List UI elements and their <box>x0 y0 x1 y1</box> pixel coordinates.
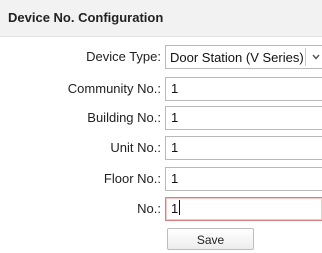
no-input-value: 1 <box>171 201 179 216</box>
building-no-row: Building No.: 1 <box>0 106 322 130</box>
no-label: No.: <box>137 201 161 216</box>
unit-no-row: Unit No.: 1 <box>0 136 322 160</box>
unit-no-label: Unit No.: <box>110 140 161 155</box>
floor-no-row: Floor No.: 1 <box>0 167 322 191</box>
text-cursor <box>179 200 181 215</box>
building-no-input[interactable]: 1 <box>165 106 322 130</box>
device-no-configuration-panel: Device No. Configuration Device Type: Do… <box>0 0 322 253</box>
select-divider <box>305 48 306 66</box>
community-no-input[interactable]: 1 <box>165 77 322 101</box>
device-type-label: Device Type: <box>86 49 161 64</box>
save-button[interactable]: Save <box>167 228 254 250</box>
device-type-row: Device Type: Door Station (V Series) <box>0 45 322 69</box>
floor-no-label: Floor No.: <box>103 171 161 186</box>
no-input[interactable]: 1 <box>165 197 322 221</box>
device-type-value: Door Station (V Series) <box>170 50 304 65</box>
panel-header: Device No. Configuration <box>0 0 322 37</box>
community-no-row: Community No.: 1 <box>0 77 322 101</box>
chevron-down-icon[interactable] <box>310 49 322 65</box>
building-no-label: Building No.: <box>87 110 161 125</box>
unit-no-input[interactable]: 1 <box>165 136 322 160</box>
device-type-select[interactable]: Door Station (V Series) <box>165 45 322 69</box>
no-row: No.: 1 <box>0 197 322 221</box>
community-no-label: Community No.: <box>67 81 161 96</box>
page-title: Device No. Configuration <box>8 10 164 25</box>
floor-no-input[interactable]: 1 <box>165 167 322 191</box>
